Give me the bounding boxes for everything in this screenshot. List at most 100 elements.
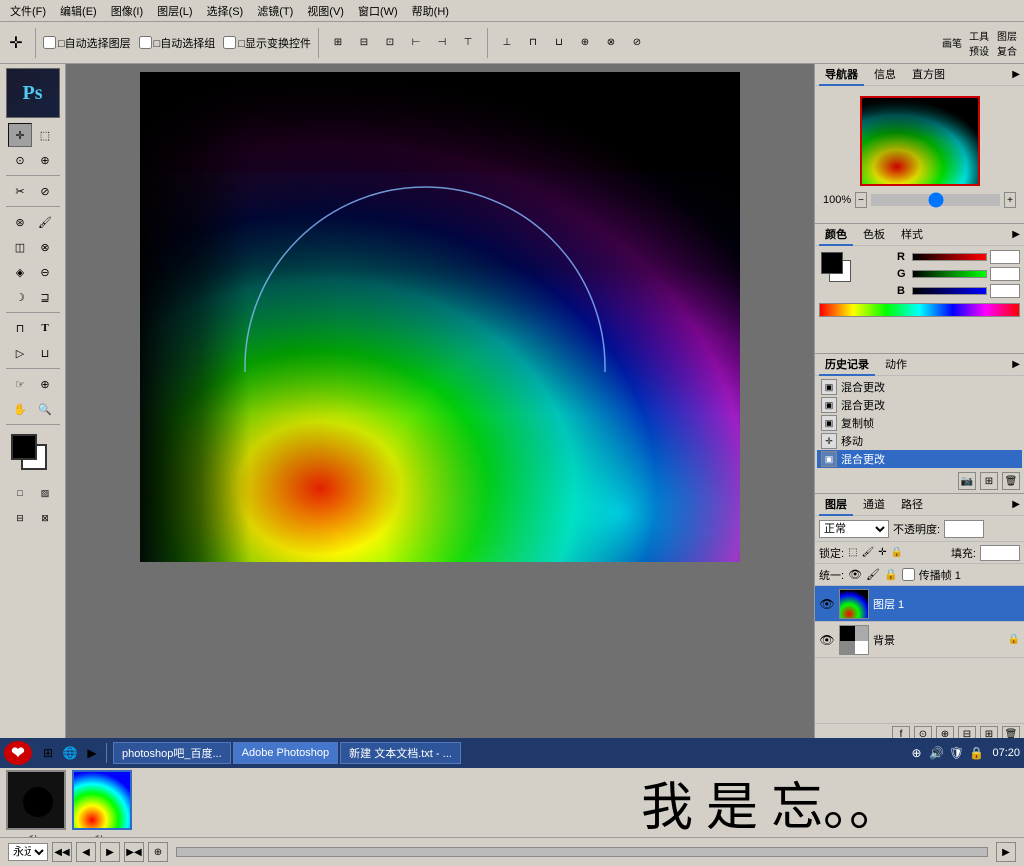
history-new-snapshot-btn[interactable]: 📷 [958,472,976,490]
anim-play-btn[interactable]: ▶ [100,842,120,862]
crop-tool[interactable]: ✂ [8,179,32,203]
tab-channels[interactable]: 通道 [857,494,891,516]
menu-edit[interactable]: 编辑(E) [54,1,103,21]
marquee-tool[interactable]: ⬚ [33,123,57,147]
dist-bottom-button[interactable]: ⊔ [547,31,571,55]
move-tool[interactable]: ✛ [8,123,32,147]
history-new-doc-btn[interactable]: ⊞ [980,472,998,490]
color-panel-arrow[interactable]: ▶ [1012,229,1020,240]
taskbar-photoshop-bar-btn[interactable]: photoshop吧_百度... [113,742,231,764]
anim-loop-select[interactable]: 永远 [8,843,48,861]
brush-tool[interactable]: 🖌 [33,210,57,234]
layer-blend-mode-select[interactable]: 正常 [819,520,889,538]
dist-center-button[interactable]: ⊗ [599,31,623,55]
tab-paths[interactable]: 路径 [895,494,929,516]
menu-layer[interactable]: 图层(L) [151,1,198,21]
notes-tool[interactable]: ☞ [8,372,32,396]
fg-color-box[interactable] [821,252,843,274]
quick-mask-btn[interactable]: ▨ [33,481,57,505]
align-bottom-button[interactable]: ⊡ [378,31,402,55]
anim-rewind-btn[interactable]: ◀◀ [52,842,72,862]
align-center-button[interactable]: ⊣ [430,31,454,55]
menu-select[interactable]: 选择(S) [201,1,250,21]
align-vert-button[interactable]: ⊟ [352,31,376,55]
anim-menu-btn[interactable]: ▶ [996,842,1016,862]
unify-lock-icon[interactable]: 🔒 [884,568,898,581]
align-right-button[interactable]: ⊤ [456,31,480,55]
history-delete-btn[interactable]: 🗑 [1002,472,1020,490]
unify-eye-icon[interactable]: 👁 [848,568,862,581]
history-brush-tool[interactable]: ⊗ [33,235,57,259]
menu-file[interactable]: 文件(F) [4,1,52,21]
quick-media-btn[interactable]: ▶ [82,743,102,763]
show-transform-checkbox[interactable] [223,36,236,49]
menu-help[interactable]: 帮助(H) [406,1,455,21]
dist-top-button[interactable]: ⊥ [495,31,519,55]
standard-mode-btn[interactable]: □ [8,481,32,505]
align-left-button[interactable]: ⊢ [404,31,428,55]
auto-select-group-label[interactable]: □自动选择组 [139,35,216,51]
menu-view[interactable]: 视图(V) [301,1,350,21]
path-tool[interactable]: ▷ [8,341,32,365]
history-panel-arrow[interactable]: ▶ [1012,359,1020,370]
g-value-input[interactable]: 255 [990,267,1020,281]
auto-select-layer-label[interactable]: □自动选择图层 [43,35,131,51]
nav-zoom-out-btn[interactable]: − [855,192,867,208]
tab-actions[interactable]: 动作 [879,354,913,376]
eyedropper-tool[interactable]: ⊕ [33,372,57,396]
menu-filter[interactable]: 滤镜(T) [251,1,299,21]
zoom-tool[interactable]: 🔍 [33,397,57,421]
history-item-5[interactable]: ▣ 混合更改 [817,450,1022,468]
layer-1-visibility-icon[interactable]: 👁 [819,596,835,612]
foreground-color-swatch[interactable] [11,434,37,460]
blur-tool[interactable]: ☽ [8,285,32,309]
menu-window[interactable]: 窗口(W) [352,1,404,21]
anim-scrollbar[interactable] [176,847,988,857]
history-item-2[interactable]: ▣ 混合更改 [817,396,1022,414]
anim-next-btn[interactable]: ▶◀ [124,842,144,862]
auto-select-group-checkbox[interactable] [139,36,152,49]
slice-tool[interactable]: ⊘ [33,179,57,203]
text-tool[interactable]: T [33,316,57,340]
dist-left-button[interactable]: ⊕ [573,31,597,55]
history-item-4[interactable]: ✛ 移动 [817,432,1022,450]
color-spectrum-bar[interactable] [819,303,1020,317]
nav-zoom-slider[interactable] [871,194,1000,206]
lock-position-icon[interactable]: ✛ [878,547,886,558]
hand-tool[interactable]: ✋ [8,397,32,421]
quick-browser-btn[interactable]: 🌐 [60,743,80,763]
dist-right-button[interactable]: ⊘ [625,31,649,55]
navigator-panel-arrow[interactable]: ▶ [1012,69,1020,80]
b-value-input[interactable]: 255 [990,284,1020,298]
align-top-button[interactable]: ⊞ [326,31,350,55]
anim-frame-1[interactable]: 1 0秒▼ [6,767,66,837]
healing-tool[interactable]: ⊛ [8,210,32,234]
shape-tool[interactable]: ⊔ [33,341,57,365]
layers-panel-arrow[interactable]: ▶ [1012,499,1020,510]
stamp-tool[interactable]: ◫ [8,235,32,259]
layer-comps-btn[interactable]: 图层复合 [996,31,1020,55]
menu-image[interactable]: 图像(I) [105,1,149,21]
brush-presets-btn[interactable]: 画笔 [940,31,964,55]
anim-prev-btn[interactable]: ◀ [76,842,96,862]
auto-select-layer-checkbox[interactable] [43,36,56,49]
eraser-tool[interactable]: ◈ [8,260,32,284]
lock-all-icon[interactable]: 🔒 [891,547,903,558]
anim-new-frame-btn[interactable]: ⊕ [148,842,168,862]
layer-bg-visibility-icon[interactable]: 👁 [819,632,835,648]
tab-info[interactable]: 信息 [868,64,902,86]
dodge-tool[interactable]: ⊒ [33,285,57,309]
tab-navigator[interactable]: 导航器 [819,64,864,86]
taskbar-ps-btn[interactable]: Adobe Photoshop [233,742,338,764]
show-transform-label[interactable]: □显示变换控件 [223,35,311,51]
history-item-1[interactable]: ▣ 混合更改 [817,378,1022,396]
layer-item-bg[interactable]: 👁 背景 🔒 [815,622,1024,658]
tab-history[interactable]: 历史记录 [819,354,875,376]
tool-presets-btn[interactable]: 工具预设 [968,31,992,55]
unify-brush-icon[interactable]: 🖌 [866,568,880,581]
quick-desktop-btn[interactable]: ⊞ [38,743,58,763]
propagate-checkbox[interactable] [902,568,915,581]
lasso-tool[interactable]: ⊙ [8,148,32,172]
start-button[interactable]: ❤ [4,741,32,765]
anim-frame-2[interactable]: 2 [72,767,132,837]
